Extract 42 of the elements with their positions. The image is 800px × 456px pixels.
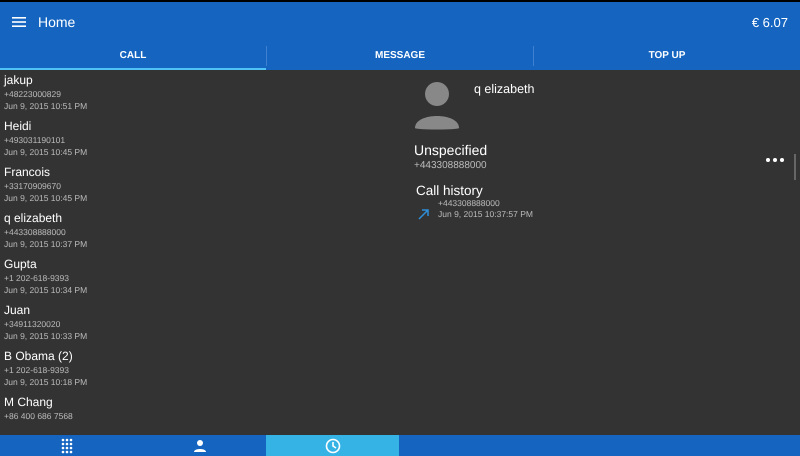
call-time: Jun 9, 2015 10:33 PM: [4, 330, 88, 342]
call-time: Jun 9, 2015 10:45 PM: [4, 146, 88, 158]
phone-number: +34911320020: [4, 318, 62, 330]
phone-number: +1 202-618-9393: [4, 272, 70, 284]
dialpad-icon: [60, 438, 72, 454]
contact-name[interactable]: B Obama (2): [4, 349, 396, 364]
phone-number: +443308888000: [414, 160, 488, 171]
phone-number: +443308888000: [4, 226, 67, 238]
more-button[interactable]: [766, 158, 784, 162]
phone-number: +48223000829: [4, 88, 62, 100]
call-time: Jun 9, 2015 10:37 PM: [4, 238, 88, 250]
phone-number: +86 400 686 7568: [4, 410, 74, 422]
call-time: Jun 9, 2015 10:51 PM: [4, 100, 88, 112]
phone-number: +1 202-618-9393: [4, 364, 70, 376]
balance: € 6.07: [752, 14, 788, 30]
number-label: Unspecified: [414, 142, 488, 158]
scrollbar: [794, 154, 796, 180]
tab[interactable]: CALL: [0, 42, 266, 70]
call-time: Jun 9, 2015 10:45 PM: [4, 192, 88, 204]
contact-name: q elizabeth: [474, 82, 534, 98]
contact-name[interactable]: M Chang: [4, 395, 396, 410]
contact-name[interactable]: Francois: [4, 165, 396, 180]
phone-number: +33170909670: [4, 180, 62, 192]
menu-icon[interactable]: [12, 17, 26, 27]
call-time: Jun 9, 2015 10:37:57 PM: [438, 209, 533, 220]
tab[interactable]: TOP UP: [534, 42, 800, 70]
app-title: Home: [38, 14, 76, 30]
person-icon: [192, 438, 206, 452]
contact-name[interactable]: jakup: [4, 73, 396, 88]
phone-number: +443308888000: [438, 198, 501, 209]
tab[interactable]: MESSAGE: [267, 42, 533, 70]
contact-name[interactable]: Gupta: [4, 257, 396, 272]
call-time: Jun 9, 2015 10:18 PM: [4, 376, 88, 388]
section-heading: Call history: [416, 183, 484, 198]
outgoing-arrow-icon: [418, 208, 430, 220]
contact-name[interactable]: Juan: [4, 303, 396, 318]
contact-name[interactable]: q elizabeth: [4, 211, 396, 226]
contact-name[interactable]: Heidi: [4, 119, 396, 134]
call-time: Jun 9, 2015 10:34 PM: [4, 284, 88, 296]
nav-button[interactable]: [266, 435, 399, 456]
clock-icon: [324, 438, 340, 454]
phone-number: +493031190101: [4, 134, 66, 146]
